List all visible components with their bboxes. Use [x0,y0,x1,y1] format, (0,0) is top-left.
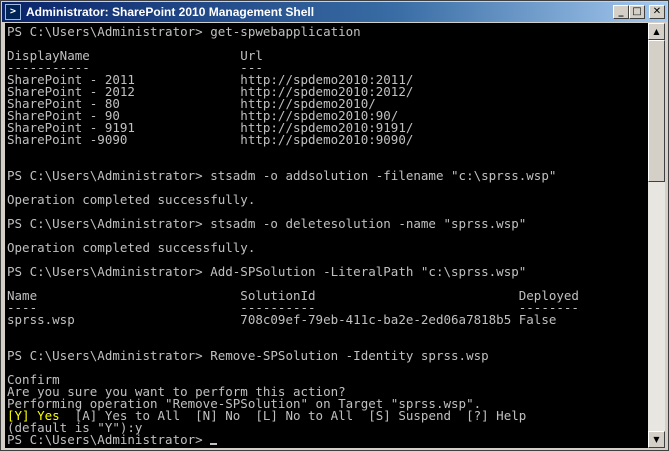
console-line: SharePoint -9090 http://spdemo2010:9090/ [7,132,414,147]
scroll-up-button[interactable]: ▲ [648,23,665,40]
minimize-button[interactable]: _ [613,5,629,19]
console-line: PS C:\Users\Administrator> get-spwebappl… [7,24,361,39]
close-button[interactable]: ✕ [649,5,665,19]
title-bar[interactable]: > Administrator: SharePoint 2010 Managem… [2,2,667,22]
management-shell-window: > Administrator: SharePoint 2010 Managem… [0,0,669,451]
vertical-scrollbar[interactable]: ▲ ▼ [648,23,665,448]
powershell-icon: > [5,4,21,20]
console-line: PS C:\Users\Administrator> stsadm -o del… [7,216,527,231]
console-line: PS C:\Users\Administrator> Remove-SPSolu… [7,348,489,363]
scroll-down-button[interactable]: ▼ [648,431,665,448]
window-title: Administrator: SharePoint 2010 Managemen… [26,5,315,19]
console-line: Operation completed successfully. [7,192,256,207]
maximize-button[interactable]: □ [629,5,645,19]
console-line: Operation completed successfully. [7,240,256,255]
console-line: PS C:\Users\Administrator> Add-SPSolutio… [7,264,527,279]
prompt-text: PS C:\Users\Administrator> [7,432,211,447]
console-output[interactable]: PS C:\Users\Administrator> get-spwebappl… [5,23,648,448]
console-line: PS C:\Users\Administrator> stsadm -o add… [7,168,557,183]
console-line: sprss.wsp 708c09ef-79eb-411c-ba2e-2ed06a… [7,312,557,327]
scrollbar-thumb[interactable] [648,40,665,182]
prompt-line[interactable]: PS C:\Users\Administrator> [7,432,218,447]
text-cursor [210,443,218,445]
